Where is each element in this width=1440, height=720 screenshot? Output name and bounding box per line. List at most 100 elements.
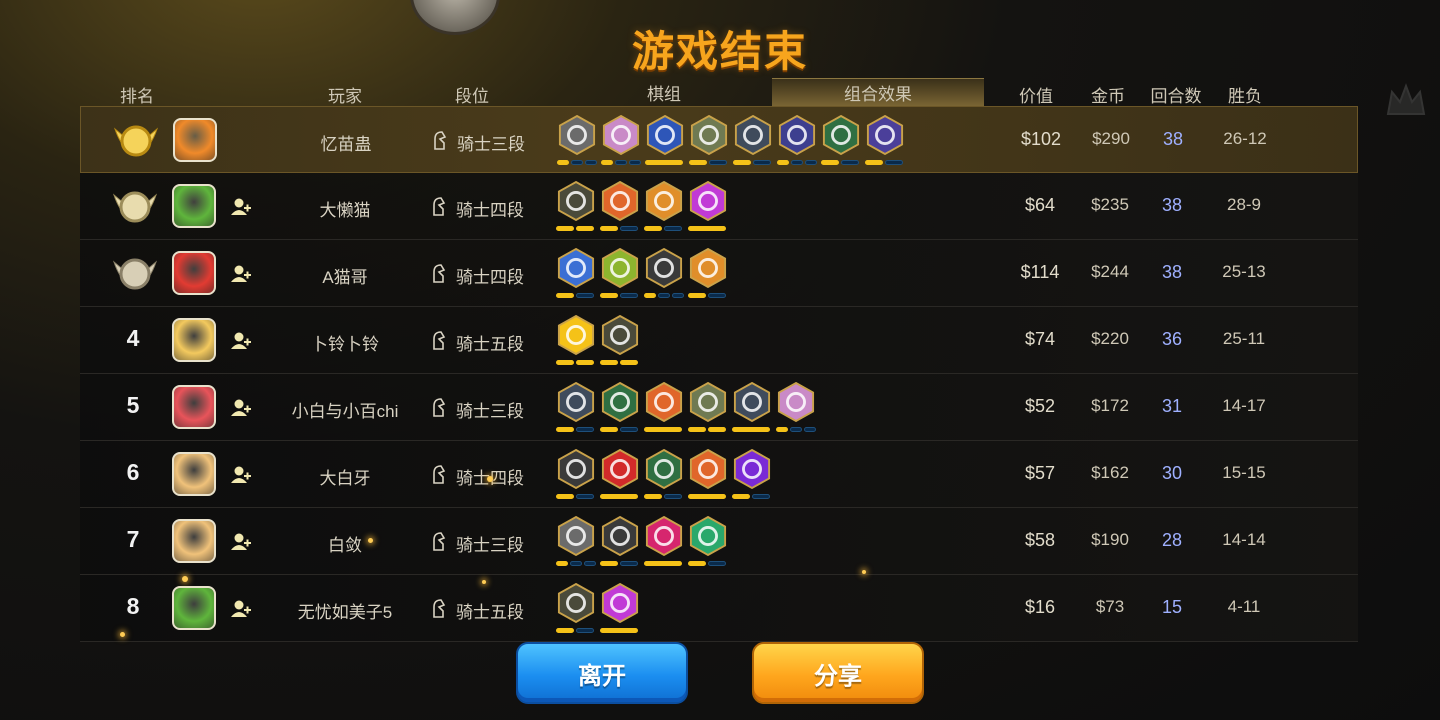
trait-badge[interactable]: [688, 449, 728, 503]
share-button[interactable]: 分享: [752, 642, 924, 704]
knight-rank-icon: [433, 331, 446, 350]
trait-badge[interactable]: [601, 115, 641, 169]
trait-pip: [688, 293, 706, 298]
results-table: 忆苗蛊 骑士三段 $102 $290 38 26-12 大懒猫 骑士四段 $64 $235 38 28…: [80, 106, 1358, 642]
trait-badge[interactable]: [556, 382, 596, 436]
trait-badge[interactable]: [645, 115, 685, 169]
trait-badge[interactable]: [600, 449, 640, 503]
trait-pip: [557, 160, 569, 165]
trait-pip: [644, 427, 682, 432]
trait-badge[interactable]: [556, 181, 596, 235]
silver-medal-icon: [112, 191, 158, 223]
trait-badge[interactable]: [644, 516, 684, 570]
trait-pip: [556, 360, 574, 365]
trait-badge[interactable]: [600, 583, 640, 637]
avatar[interactable]: [172, 586, 216, 630]
avatar[interactable]: [172, 184, 216, 228]
ogre-icon: [645, 382, 683, 422]
trait-progress: [556, 226, 594, 232]
player-name: 忆苗蛊: [320, 135, 372, 154]
crossbow-icon: [822, 115, 860, 155]
trait-pip: [805, 160, 817, 165]
trait-badge[interactable]: [688, 248, 728, 302]
trait-badge[interactable]: [732, 382, 772, 436]
trait-progress: [556, 628, 594, 634]
trait-pip: [732, 427, 770, 432]
player-name: A猫哥: [322, 268, 368, 287]
add-friend-icon[interactable]: [230, 397, 252, 419]
trait-badge[interactable]: [556, 583, 596, 637]
avatar[interactable]: [172, 251, 216, 295]
trait-badge[interactable]: [557, 115, 597, 169]
add-friend-icon[interactable]: [230, 531, 252, 553]
trait-badge[interactable]: [732, 449, 772, 503]
leave-button[interactable]: 离开: [516, 642, 688, 704]
trait-badge[interactable]: [556, 315, 596, 369]
trait-pip: [790, 427, 802, 432]
trait-badge[interactable]: [600, 248, 640, 302]
trait-progress: [556, 494, 594, 500]
tier-label: 骑士四段: [456, 201, 524, 220]
win-loss-cell: 15-15: [1222, 463, 1266, 482]
trait-badge[interactable]: [688, 516, 728, 570]
table-row: 5 小白与小百chi 骑士三段 $52 $172 31 14-17: [80, 374, 1358, 441]
add-friend-icon[interactable]: [230, 196, 252, 218]
trait-badge[interactable]: [733, 115, 773, 169]
paw-icon: [689, 516, 727, 556]
trait-badge[interactable]: [600, 382, 640, 436]
avatar[interactable]: [172, 452, 216, 496]
trait-badge[interactable]: [600, 315, 640, 369]
axe-icon: [645, 248, 683, 288]
trait-badge[interactable]: [688, 181, 728, 235]
paw-group-icon: [734, 115, 772, 155]
trait-badge[interactable]: [600, 516, 640, 570]
trait-badge[interactable]: [556, 248, 596, 302]
value-cell: $57: [1024, 463, 1056, 483]
trait-badge[interactable]: [556, 516, 596, 570]
trait-badge[interactable]: [644, 181, 684, 235]
gold-cell: $162: [1091, 463, 1129, 482]
trait-progress: [644, 561, 682, 567]
trait-pip: [644, 494, 662, 499]
rounds-cell: 36: [1161, 329, 1183, 349]
avatar[interactable]: [173, 118, 217, 162]
avatar[interactable]: [172, 385, 216, 429]
header-pieces[interactable]: 棋组: [634, 80, 694, 105]
trait-badge[interactable]: [777, 115, 817, 169]
trait-progress: [645, 160, 683, 166]
trait-pip: [841, 160, 859, 165]
player-name: 白敛: [328, 536, 362, 555]
add-friend-icon[interactable]: [230, 263, 252, 285]
trait-pip: [865, 160, 883, 165]
trait-badge[interactable]: [556, 449, 596, 503]
trait-pip: [620, 561, 638, 566]
add-friend-icon[interactable]: [230, 598, 252, 620]
trait-badge[interactable]: [821, 115, 861, 169]
crossbow-icon: [601, 382, 639, 422]
trait-pip: [688, 226, 726, 231]
player-name: 大白牙: [319, 469, 371, 488]
trait-pip: [688, 494, 726, 499]
avatar[interactable]: [172, 519, 216, 563]
trait-badge[interactable]: [600, 181, 640, 235]
trait-badge[interactable]: [688, 382, 728, 436]
trait-badge[interactable]: [644, 449, 684, 503]
trait-badge[interactable]: [776, 382, 816, 436]
knight-rank-icon: [433, 264, 446, 283]
gold-cell: $244: [1091, 262, 1129, 281]
trait-pip: [570, 561, 582, 566]
avatar[interactable]: [172, 318, 216, 362]
value-cell: $74: [1024, 329, 1056, 349]
trait-badge[interactable]: [865, 115, 905, 169]
add-friend-icon[interactable]: [230, 330, 252, 352]
trait-badge[interactable]: [644, 382, 684, 436]
trait-badge[interactable]: [689, 115, 729, 169]
trait-pip: [791, 160, 803, 165]
header-combo[interactable]: 组合效果: [772, 80, 984, 105]
demon-face-icon: [601, 181, 639, 221]
rank-number: 5: [126, 392, 140, 418]
trait-pip: [708, 293, 726, 298]
trait-pip: [885, 160, 903, 165]
add-friend-icon[interactable]: [230, 464, 252, 486]
trait-badge[interactable]: [644, 248, 684, 302]
